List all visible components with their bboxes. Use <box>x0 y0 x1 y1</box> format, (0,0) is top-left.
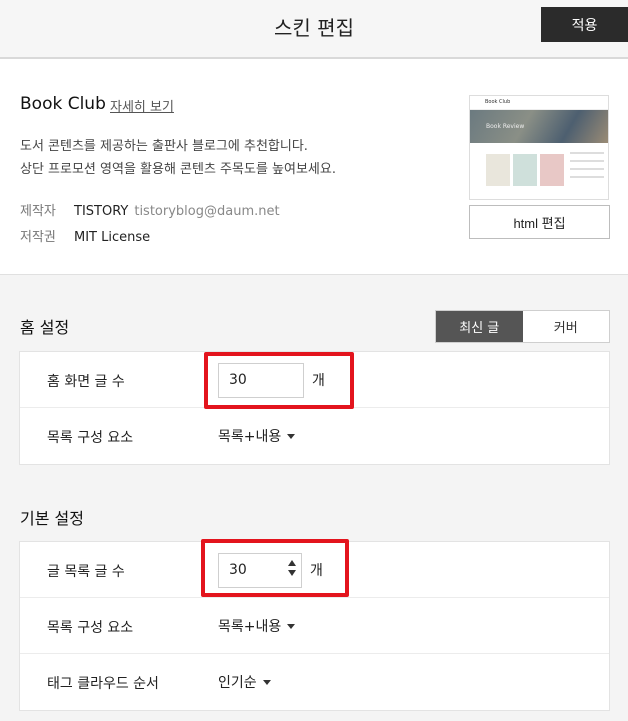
basic-list-elements-row: 목록 구성 요소 목록+내용 <box>20 598 609 654</box>
row-label: 목록 구성 요소 <box>47 430 134 446</box>
detail-link[interactable]: 자세히 보기 <box>110 96 174 115</box>
author-label: 제작자 <box>20 204 56 219</box>
row-label: 홈 화면 글 수 <box>47 374 125 390</box>
basic-list-elements-dropdown[interactable]: 목록+내용 <box>218 616 296 636</box>
tag-cloud-order-control: 인기순 <box>218 664 271 700</box>
skin-description: 도서 콘텐츠를 제공하는 출판사 블로그에 추천합니다. 상단 프로모션 영역을… <box>20 135 336 181</box>
row-label: 목록 구성 요소 <box>47 620 134 636</box>
tag-cloud-order-row: 태그 클라우드 순서 인기순 <box>20 654 609 710</box>
thumbnail-logo: Book Club <box>485 99 511 105</box>
license-label: 저작권 <box>20 230 56 245</box>
thumbnail-card <box>540 154 564 186</box>
caret-down-icon <box>262 679 271 685</box>
row-label: 글 목록 글 수 <box>47 564 125 580</box>
tag-cloud-order-dropdown[interactable]: 인기순 <box>218 672 271 692</box>
thumbnail-card <box>486 154 510 186</box>
description-line: 도서 콘텐츠를 제공하는 출판사 블로그에 추천합니다. <box>20 139 308 154</box>
toggle-latest-posts[interactable]: 최신 글 <box>436 311 523 342</box>
highlight-box <box>204 352 354 409</box>
highlight-box <box>201 539 349 597</box>
caret-down-icon <box>287 433 296 439</box>
skin-thumbnail: Book Club Book Review <box>469 95 609 200</box>
home-list-elements-control: 목록+내용 <box>218 418 296 454</box>
dropdown-value: 목록+내용 <box>218 619 282 635</box>
skin-name: Book Club <box>20 94 106 114</box>
author-email: tistoryblog@daum.net <box>134 204 280 219</box>
dropdown-value: 인기순 <box>218 675 257 691</box>
header: 스킨 편집 적용 <box>0 0 628 59</box>
html-edit-button[interactable]: html 편집 <box>469 205 610 239</box>
toggle-cover[interactable]: 커버 <box>523 311 610 342</box>
skin-info-panel: Book Club 자세히 보기 도서 콘텐츠를 제공하는 출판사 블로그에 추… <box>0 59 628 275</box>
thumbnail-line <box>570 152 604 154</box>
author-row: 제작자 TISTORY tistoryblog@daum.net <box>20 200 280 219</box>
author-name: TISTORY <box>74 204 129 219</box>
license-row: 저작권 MIT License <box>20 226 150 245</box>
row-label: 태그 클라우드 순서 <box>47 676 159 692</box>
home-type-toggle: 최신 글 커버 <box>435 310 610 343</box>
home-list-elements-dropdown[interactable]: 목록+내용 <box>218 426 296 446</box>
home-list-elements-row: 목록 구성 요소 목록+내용 <box>20 408 609 464</box>
description-line: 상단 프로모션 영역을 활용해 콘텐츠 주목도를 높여보세요. <box>20 162 336 177</box>
thumbnail-card <box>513 154 537 186</box>
thumbnail-line <box>570 160 604 162</box>
thumbnail-line <box>570 176 604 178</box>
dropdown-value: 목록+내용 <box>218 429 282 445</box>
page-title: 스킨 편집 <box>274 16 354 40</box>
thumbnail-line <box>570 168 604 170</box>
license-value: MIT License <box>74 230 151 245</box>
thumbnail-hero-text: Book Review <box>486 123 525 130</box>
basic-list-elements-control: 목록+내용 <box>218 608 296 644</box>
caret-down-icon <box>287 623 296 629</box>
basic-settings-title: 기본 설정 <box>20 509 84 528</box>
home-settings-title: 홈 설정 <box>20 318 70 337</box>
apply-button[interactable]: 적용 <box>541 7 628 42</box>
